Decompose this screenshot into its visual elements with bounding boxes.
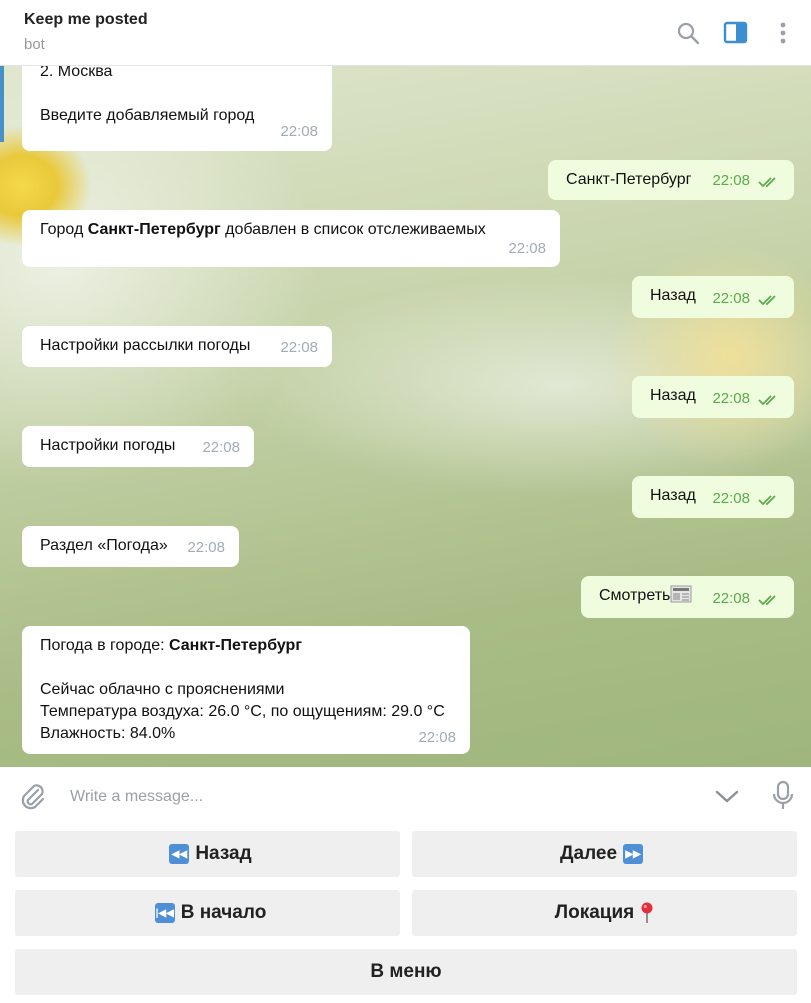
round-pushpin-emoji <box>641 902 653 923</box>
message-incoming: Настройки рассылки погоды 22:08 <box>22 326 332 367</box>
search-icon[interactable] <box>675 20 701 46</box>
message-city: Санкт-Петербург <box>169 637 302 654</box>
message-incoming: Город Санкт-Петербург добавлен в список … <box>22 210 560 267</box>
message-list[interactable]: 2. Москва Введите добавляемый город 22:0… <box>0 66 811 767</box>
double-check-icon <box>758 495 776 506</box>
message-text: Смотреть <box>599 587 671 604</box>
message-text: Назад <box>650 287 696 304</box>
weather-condition: Сейчас облачно с прояснениями <box>40 681 285 698</box>
message-text: Раздел «Погода» <box>40 537 168 554</box>
double-check-icon <box>758 395 776 406</box>
message-incoming: Настройки погоды 22:08 <box>22 426 254 467</box>
more-vertical-icon[interactable] <box>770 20 796 46</box>
message-time: 22:08 <box>508 240 546 257</box>
back-button-label: Назад <box>195 843 252 864</box>
message-text: Назад <box>650 487 696 504</box>
message-incoming: Погода в городе: Санкт-Петербург Сейчас … <box>22 626 470 754</box>
start-button-label: В начало <box>180 902 267 923</box>
fast-forward-emoji: ▶▶ <box>623 844 644 864</box>
message-time: 22:08 <box>280 339 318 356</box>
location-button[interactable]: Локация <box>412 890 797 936</box>
message-text: Настройки рассылки погоды <box>40 337 251 354</box>
message-text: Санкт-Петербург <box>566 171 692 188</box>
start-button[interactable]: |◀◀ В начало <box>15 890 400 936</box>
message-text: Назад <box>650 387 696 404</box>
message-city: Санкт-Петербург <box>87 221 221 238</box>
message-outgoing: Назад 22:08 <box>632 276 794 318</box>
weather-temperature: Температура воздуха: 26.0 °C, по ощущени… <box>40 703 445 720</box>
chevron-down-icon[interactable] <box>714 787 740 805</box>
message-incoming: 2. Москва Введите добавляемый город 22:0… <box>22 66 332 151</box>
message-input[interactable] <box>68 783 672 811</box>
message-text-prefix: Погода в городе: <box>40 637 170 654</box>
compose-bar <box>0 767 811 827</box>
message-outgoing: Назад 22:08 <box>632 376 794 418</box>
message-text-prefix: Город <box>40 221 88 238</box>
message-time: 22:08 <box>418 729 456 746</box>
double-check-icon <box>758 595 776 606</box>
bot-keyboard: ◀◀ Назад Далее ▶▶ |◀◀ В начало Локация В ме… <box>0 827 811 1003</box>
double-check-icon <box>758 295 776 306</box>
message-time: 22:08 <box>280 123 318 140</box>
message-text: 2. Москва <box>40 66 113 80</box>
message-time: 22:08 <box>712 590 750 607</box>
message-time: 22:08 <box>712 390 750 407</box>
message-text: Введите добавляемый город <box>40 107 255 124</box>
next-button[interactable]: Далее ▶▶ <box>412 831 797 877</box>
weather-humidity: Влажность: 84.0% <box>40 725 176 742</box>
message-text-suffix: добавлен в список отслеживаемых <box>220 221 486 238</box>
chat-status: bot <box>24 36 45 53</box>
message-outgoing: Санкт-Петербург 22:08 <box>548 160 794 200</box>
message-time: 22:08 <box>712 290 750 307</box>
message-time: 22:08 <box>712 172 750 189</box>
message-outgoing: Смотреть 22:08 <box>581 576 794 618</box>
chat-header: Keep me posted bot <box>0 0 811 66</box>
message-text: Настройки погоды <box>40 437 176 454</box>
menu-button-label: В меню <box>370 961 442 982</box>
double-check-icon <box>758 177 776 188</box>
message-incoming: Раздел «Погода» 22:08 <box>22 526 239 567</box>
rewind-emoji: ◀◀ <box>169 844 190 864</box>
previous-track-emoji: |◀◀ <box>154 903 175 923</box>
message-time: 22:08 <box>187 539 225 556</box>
sidebar-toggle-icon[interactable] <box>723 20 749 46</box>
location-button-label: Локация <box>554 902 635 923</box>
message-outgoing: Назад 22:08 <box>632 476 794 518</box>
paperclip-icon[interactable] <box>18 781 46 811</box>
message-time: 22:08 <box>202 439 240 456</box>
back-button[interactable]: ◀◀ Назад <box>15 831 400 877</box>
message-time: 22:08 <box>712 490 750 507</box>
chat-title[interactable]: Keep me posted <box>24 11 148 29</box>
next-button-label: Далее <box>559 843 618 864</box>
menu-button[interactable]: В меню <box>15 949 797 995</box>
newspaper-emoji <box>670 585 692 603</box>
microphone-icon[interactable] <box>770 780 796 812</box>
accent-strip <box>0 66 4 142</box>
